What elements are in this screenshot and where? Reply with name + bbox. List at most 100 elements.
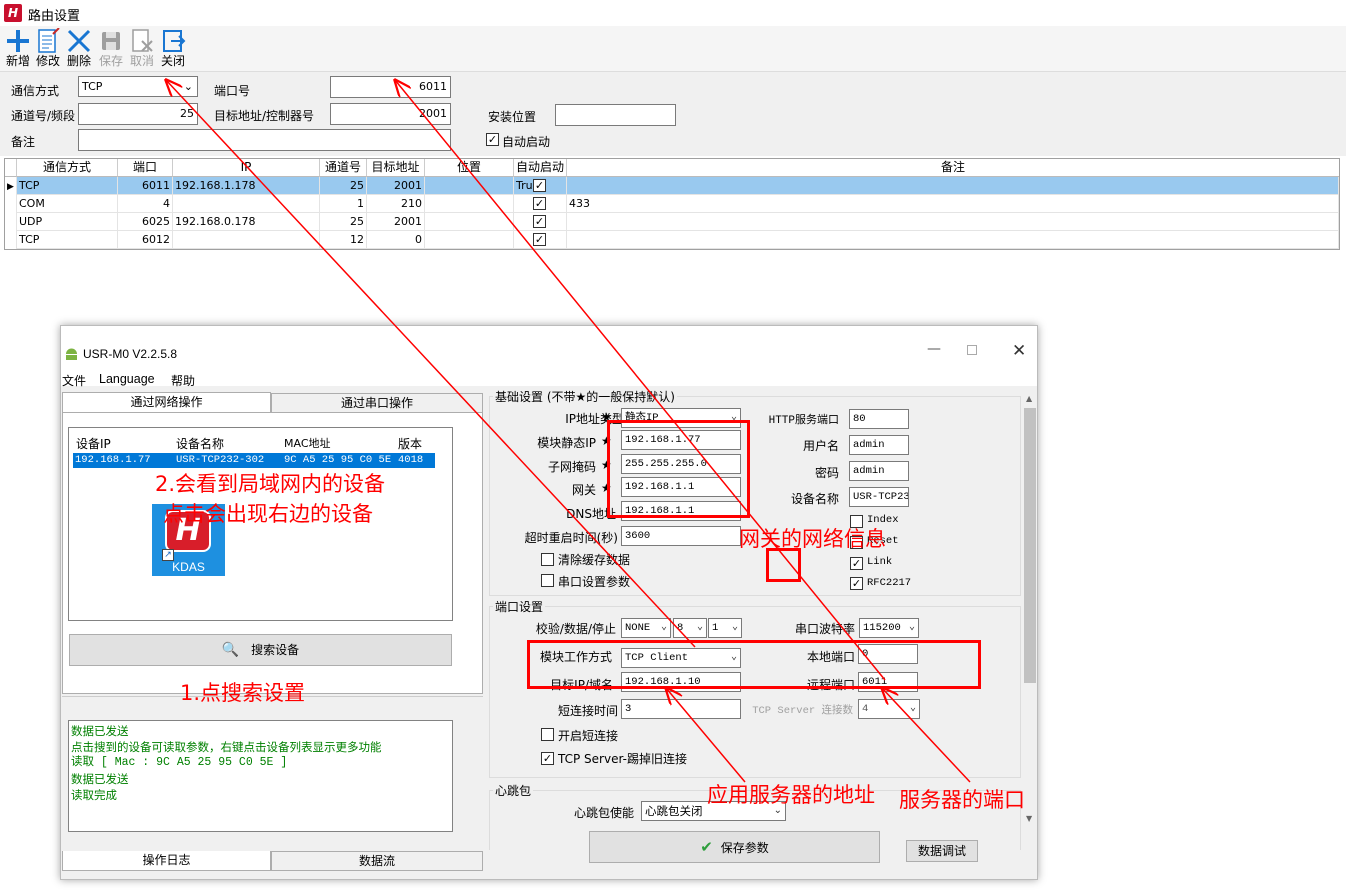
cancel-button[interactable]: 取消 — [127, 26, 157, 72]
kick-checkbox[interactable]: ✓ — [541, 752, 554, 765]
save-button[interactable]: 保存 — [96, 26, 126, 72]
col-header-autostart[interactable]: 自动启动 — [514, 159, 567, 177]
cell-channel[interactable]: 25 — [320, 213, 367, 231]
search-device-button[interactable]: 🔍 搜索设备 — [69, 634, 452, 666]
col-header-location[interactable]: 位置 — [425, 159, 514, 177]
menu-help[interactable]: 帮助 — [171, 372, 195, 389]
cell-target[interactable]: 2001 — [367, 213, 425, 231]
cell-location[interactable] — [425, 177, 514, 195]
scrollbar[interactable]: ▲ ▼ — [1023, 392, 1037, 828]
cell-port[interactable]: 6025 — [118, 213, 173, 231]
parity-select[interactable]: NONE ⌄ — [621, 618, 671, 638]
cell-comm[interactable]: TCP — [17, 231, 118, 249]
list-header-ip[interactable]: 设备IP — [76, 435, 111, 452]
close-button[interactable]: 关闭 — [158, 26, 188, 72]
cell-location[interactable] — [425, 213, 514, 231]
minimize-icon[interactable]: — — [927, 341, 941, 357]
edit-button[interactable]: 修改 — [33, 26, 63, 72]
databits-value: 8 — [677, 622, 684, 634]
col-header-port[interactable]: 端口 — [118, 159, 173, 177]
add-button[interactable]: 新增 — [3, 26, 33, 72]
cell-ip[interactable] — [173, 195, 320, 213]
scrollbar-thumb[interactable] — [1024, 408, 1036, 683]
scroll-down-icon[interactable]: ▼ — [1026, 814, 1032, 823]
cell-autostart-checkbox[interactable]: ✓ — [533, 233, 546, 246]
cell-remark[interactable] — [567, 213, 1339, 231]
cell-location[interactable] — [425, 231, 514, 249]
cell-ip[interactable]: 192.168.1.178 — [173, 177, 320, 195]
cell-port[interactable]: 4 — [118, 195, 173, 213]
cell-comm[interactable]: COM — [17, 195, 118, 213]
cell-target[interactable]: 0 — [367, 231, 425, 249]
cell-comm[interactable]: TCP — [17, 177, 118, 195]
save-params-button[interactable]: ✔ 保存参数 — [589, 831, 880, 863]
cell-channel[interactable]: 12 — [320, 231, 367, 249]
databits-select[interactable]: 8 ⌄ — [673, 618, 707, 638]
clear-cache-checkbox[interactable] — [541, 553, 554, 566]
tab-dataflow[interactable]: 数据流 — [271, 851, 483, 871]
chevron-down-icon: ⌄ — [909, 703, 916, 714]
cell-ip[interactable]: 192.168.0.178 — [173, 213, 320, 231]
target-input[interactable]: 2001 — [330, 103, 451, 125]
list-header-version[interactable]: 版本 — [398, 435, 422, 452]
cell-autostart-checkbox[interactable]: ✓ — [533, 179, 546, 192]
tab-network[interactable]: 通过网络操作 — [62, 392, 271, 412]
cell-channel[interactable]: 1 — [320, 195, 367, 213]
short-conn-input[interactable]: 3 — [621, 699, 741, 719]
cell-remark[interactable] — [567, 177, 1339, 195]
stopbits-select[interactable]: 1 ⌄ — [708, 618, 742, 638]
cell-port[interactable]: 6012 — [118, 231, 173, 249]
timeout-input[interactable]: 3600 — [621, 526, 741, 546]
open-short-checkbox[interactable] — [541, 728, 554, 741]
table-row[interactable]: COM 4 1 210 433 ✓ — [5, 195, 1339, 213]
delete-button[interactable]: 删除 — [64, 26, 94, 72]
row-indicator — [5, 231, 17, 249]
cell-location[interactable] — [425, 195, 514, 213]
location-input[interactable] — [555, 104, 676, 126]
cell-comm[interactable]: UDP — [17, 213, 118, 231]
col-header-comm[interactable]: 通信方式 — [17, 159, 118, 177]
cell-remark[interactable]: 433 — [567, 195, 1339, 213]
devname-input[interactable]: USR-TCP23 — [849, 487, 909, 507]
port-input[interactable]: 6011 — [330, 76, 451, 98]
data-debug-button[interactable]: 数据调试 — [906, 840, 978, 862]
cell-target[interactable]: 210 — [367, 195, 425, 213]
http-port-input[interactable]: 80 — [849, 409, 909, 429]
cell-channel[interactable]: 25 — [320, 177, 367, 195]
cell-remark[interactable] — [567, 231, 1339, 249]
cell-port[interactable]: 6011 — [118, 177, 173, 195]
col-header-target[interactable]: 目标地址 — [367, 159, 425, 177]
window-close-icon[interactable]: ✕ — [1012, 341, 1026, 361]
link-label: Link — [867, 556, 893, 568]
tcp-server-conn-select[interactable]: 4 ⌄ — [858, 699, 920, 719]
channel-input[interactable]: 25 — [78, 103, 198, 125]
menu-language[interactable]: Language — [99, 372, 155, 386]
list-header-mac[interactable]: MAC地址 — [284, 435, 331, 451]
menu-file[interactable]: 文件 — [62, 372, 86, 389]
cell-target[interactable]: 2001 — [367, 177, 425, 195]
cell-autostart-checkbox[interactable]: ✓ — [533, 197, 546, 210]
tab-serial[interactable]: 通过串口操作 — [271, 393, 483, 413]
link-checkbox[interactable]: ✓ — [850, 557, 863, 570]
tab-oplog[interactable]: 操作日志 — [62, 851, 271, 871]
baud-select[interactable]: 115200 ⌄ — [859, 618, 919, 638]
table-row[interactable]: TCP 6012 12 0 ✓ — [5, 231, 1339, 249]
pwd-input[interactable]: admin — [849, 461, 909, 481]
table-row[interactable]: ▶ TCP 6011 192.168.1.178 25 2001 Tru ✓ — [5, 177, 1339, 195]
rfc2217-checkbox[interactable]: ✓ — [850, 577, 863, 590]
cell-ip[interactable] — [173, 231, 320, 249]
table-row[interactable]: UDP 6025 192.168.0.178 25 2001 ✓ — [5, 213, 1339, 231]
serial-param-checkbox[interactable] — [541, 574, 554, 587]
device-row[interactable]: 192.168.1.77 USR-TCP232-302 9C A5 25 95 … — [73, 453, 435, 468]
list-header-name[interactable]: 设备名称 — [176, 435, 224, 452]
col-header-remark[interactable]: 备注 — [567, 159, 1339, 177]
col-header-ip[interactable]: IP — [173, 159, 320, 177]
maximize-icon[interactable] — [967, 345, 977, 355]
user-input[interactable]: admin — [849, 435, 909, 455]
scroll-up-icon[interactable]: ▲ — [1026, 394, 1032, 403]
remark-input[interactable] — [78, 129, 451, 151]
autostart-checkbox[interactable]: ✓ — [486, 133, 499, 146]
cell-autostart-checkbox[interactable]: ✓ — [533, 215, 546, 228]
comm-select[interactable]: TCP ⌄ — [78, 76, 198, 97]
col-header-channel[interactable]: 通道号 — [320, 159, 367, 177]
